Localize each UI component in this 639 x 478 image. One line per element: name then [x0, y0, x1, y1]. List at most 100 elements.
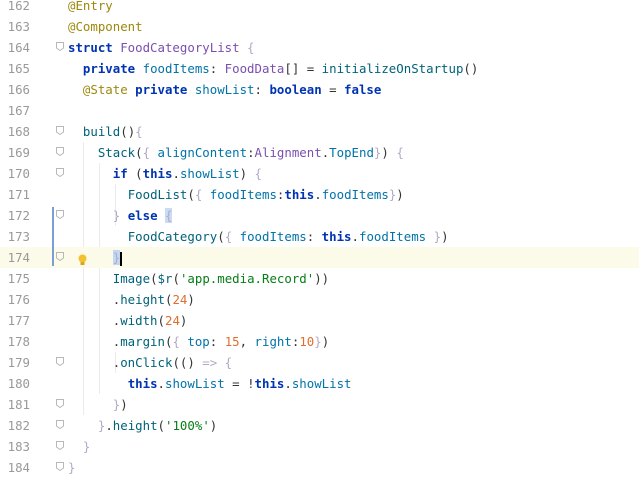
code-line[interactable]: 173 FoodCategory({ foodItems: this.foodI… [0, 226, 639, 247]
code-token: ) [381, 145, 397, 160]
code-token: { [172, 334, 188, 349]
code-line[interactable]: 166 @State private showList: boolean = f… [0, 79, 639, 100]
code-line[interactable]: 174 } [0, 247, 639, 268]
code-line[interactable]: 178 .margin({ top: 15, right:10}) [0, 331, 639, 352]
code-line[interactable]: 162 @Entry [0, 0, 639, 16]
code-token: FoodCategoryList [120, 40, 248, 55]
code-token: , [239, 334, 255, 349]
code-token: { [135, 124, 143, 139]
code-token: this [127, 376, 158, 391]
fold-marker-icon[interactable] [56, 357, 64, 367]
fold-marker-icon[interactable] [56, 210, 64, 220]
code-line[interactable]: 171 FoodList({ foodItems:this.foodItems}… [0, 184, 639, 205]
code-token: (() [172, 355, 203, 370]
code-token: { [254, 166, 263, 181]
code-token: () [463, 61, 479, 76]
code-token: { [247, 40, 255, 55]
code-token: @Entry [68, 0, 113, 13]
code-line[interactable]: 181 }) [0, 394, 639, 415]
code-text: build(){ [68, 121, 143, 142]
code-token: . [105, 418, 113, 433]
code-token: ( [217, 229, 225, 244]
code-line[interactable]: 168 build(){ [0, 121, 639, 142]
code-token: ) [321, 334, 330, 349]
code-line[interactable]: 183 } [0, 436, 639, 457]
line-number: 184 [7, 460, 30, 475]
code-token: ( [157, 418, 166, 433]
code-token: width [120, 313, 158, 328]
code-token: 10 [299, 334, 315, 349]
fold-marker-icon[interactable] [56, 462, 64, 472]
code-token: this [284, 187, 315, 202]
code-token: { [142, 145, 158, 160]
code-text: .margin({ top: 15, right:10}) [68, 331, 329, 352]
code-token: . [314, 187, 322, 202]
code-token: this [254, 376, 285, 391]
code-text: } else { [68, 205, 173, 226]
code-token: this [142, 166, 173, 181]
code-text: if (this.showList) { [68, 163, 262, 184]
code-token: margin [120, 334, 165, 349]
code-token: FoodCategory [127, 229, 218, 244]
code-line[interactable]: 175 Image($r('app.media.Record')) [0, 268, 639, 289]
code-token: FoodData [224, 61, 285, 76]
code-token: else [127, 208, 165, 223]
code-token: . [172, 166, 180, 181]
code-text: this.showList = !this.showList [68, 373, 352, 394]
code-token: foodItems [209, 187, 277, 202]
code-token: ( [172, 271, 180, 286]
code-line[interactable]: 177 .width(24) [0, 310, 639, 331]
line-number: 164 [7, 40, 30, 55]
vcs-change-marker[interactable] [52, 207, 54, 266]
code-token: build [82, 124, 121, 139]
code-line[interactable]: 176 .height(24) [0, 289, 639, 310]
code-line[interactable]: 164 struct FoodCategoryList { [0, 37, 639, 58]
code-text: .height(24) [68, 289, 195, 310]
code-line[interactable]: 163 @Component [0, 16, 639, 37]
code-token: TopEnd [329, 145, 374, 160]
code-line[interactable]: 184} [0, 457, 639, 478]
fold-marker-icon[interactable] [56, 147, 64, 157]
code-token: false [344, 82, 382, 97]
code-line[interactable]: 182 }.height('100%') [0, 415, 639, 436]
code-token: . [284, 376, 292, 391]
fold-marker-icon[interactable] [56, 168, 64, 178]
code-line[interactable]: 170 if (this.showList) { [0, 163, 639, 184]
code-editor[interactable]: 162 @Entry 163 @Component 164 struct FoodCate… [0, 0, 639, 475]
line-number: 178 [7, 334, 30, 349]
code-line[interactable]: 167 [0, 100, 639, 121]
fold-marker-icon[interactable] [56, 252, 64, 262]
code-token: height [120, 292, 165, 307]
line-number: 165 [7, 61, 30, 76]
code-token: struct [68, 40, 121, 55]
code-token: ) [396, 187, 404, 202]
code-token: Stack [97, 145, 136, 160]
code-token: 24 [172, 292, 188, 307]
code-line[interactable]: 172 } else { [0, 205, 639, 226]
fold-marker-icon[interactable] [56, 42, 64, 52]
code-line[interactable]: 179 .onClick(() => { [0, 352, 639, 373]
code-line[interactable]: 169 Stack({ alignContent:Alignment.TopEn… [0, 142, 639, 163]
fold-marker-icon[interactable] [56, 441, 64, 451]
code-token: ( [135, 166, 143, 181]
code-token: private [135, 82, 195, 97]
code-text: } [68, 247, 123, 268]
fold-marker-icon[interactable] [56, 126, 64, 136]
line-number: 171 [7, 187, 30, 202]
fold-marker-icon[interactable] [56, 420, 64, 430]
code-text: .width(24) [68, 310, 188, 331]
code-line[interactable]: 165 private foodItems: FoodData[] = init… [0, 58, 639, 79]
lightbulb-icon[interactable] [78, 251, 87, 265]
fold-marker-icon[interactable] [56, 399, 64, 409]
code-token: showList [165, 376, 225, 391]
code-token: => { [202, 355, 233, 370]
code-line[interactable]: 180 this.showList = !this.showList [0, 373, 639, 394]
line-number: 183 [7, 439, 30, 454]
code-text: FoodCategory({ foodItems: this.foodItems… [68, 226, 449, 247]
